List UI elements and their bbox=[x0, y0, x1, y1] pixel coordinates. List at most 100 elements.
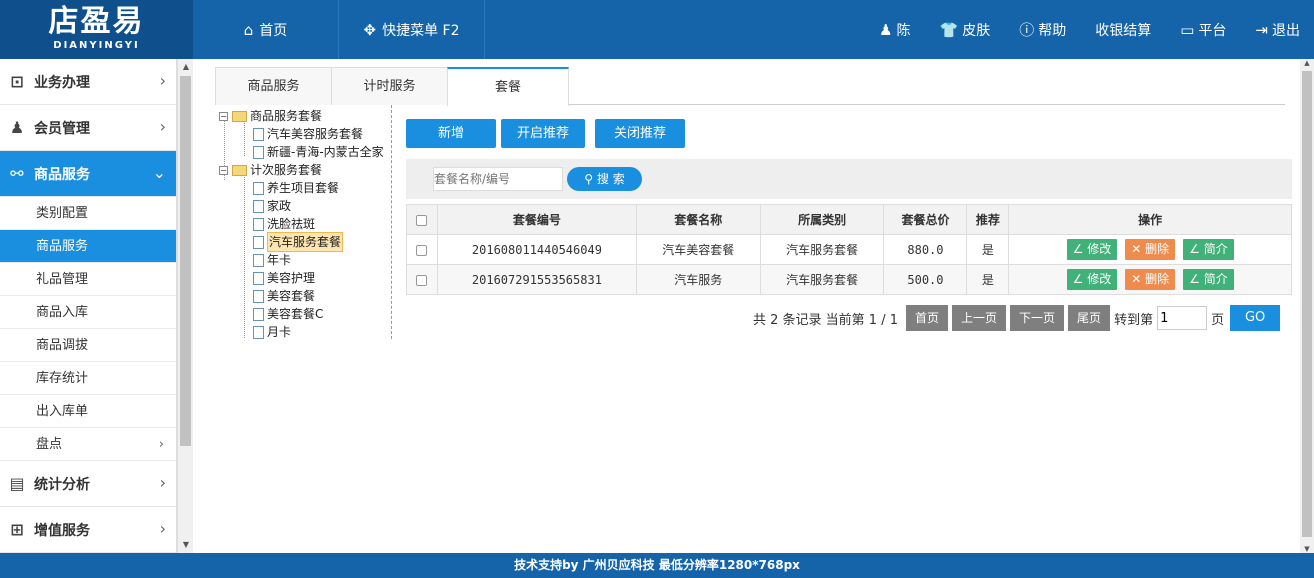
collapse-icon[interactable]: − bbox=[219, 165, 228, 175]
scroll-up-icon[interactable]: ▲ bbox=[1300, 59, 1314, 67]
sidebar-sub-gifts[interactable]: 礼品管理 bbox=[0, 263, 176, 296]
nav-cashier[interactable]: 收银结算 bbox=[1095, 20, 1151, 40]
tree-item-selected[interactable]: 汽车服务套餐 bbox=[253, 232, 344, 252]
nav-platform[interactable]: ▭ 平台 bbox=[1180, 20, 1226, 40]
tree-item[interactable]: 美容套餐C bbox=[253, 305, 323, 323]
tree-item[interactable]: 新疆-青海-内蒙古全家 bbox=[253, 143, 391, 161]
chevron-right-icon: › bbox=[159, 71, 166, 90]
delete-button[interactable]: ✕ 删除 bbox=[1125, 269, 1176, 290]
tree-item[interactable]: 月卡 bbox=[253, 323, 291, 341]
intro-button[interactable]: ∠ 简介 bbox=[1183, 239, 1234, 260]
sidebar-sub-category[interactable]: 类别配置 bbox=[0, 197, 176, 230]
tab-goods-service[interactable]: 商品服务 bbox=[215, 67, 332, 105]
document-icon bbox=[253, 217, 264, 231]
row-checkbox[interactable] bbox=[416, 244, 428, 256]
col-name: 套餐名称 bbox=[635, 204, 761, 235]
sidebar-item-label: 会员管理 bbox=[34, 120, 90, 137]
nav-user[interactable]: ♟ 陈 bbox=[879, 20, 910, 40]
sidebar-sub-inventory[interactable]: 库存统计 bbox=[0, 362, 176, 395]
nav-logout[interactable]: ⇥ 退出 bbox=[1255, 20, 1300, 40]
edit-button[interactable]: ∠ 修改 bbox=[1066, 239, 1118, 260]
move-icon: ✥ bbox=[363, 20, 377, 39]
last-page-button[interactable]: 尾页 bbox=[1068, 305, 1111, 331]
close-icon: ✕ bbox=[1131, 272, 1142, 286]
intro-button[interactable]: ∠ 简介 bbox=[1183, 269, 1234, 290]
nav-help[interactable]: ⓘ 帮助 bbox=[1019, 19, 1066, 40]
sidebar-sub-stock-in[interactable]: 商品入库 bbox=[0, 296, 176, 329]
search-button[interactable]: ⚲ 搜 索 bbox=[567, 167, 642, 191]
sidebar-sub-stocktake[interactable]: 盘点 › bbox=[0, 428, 176, 461]
scroll-thumb[interactable] bbox=[180, 76, 191, 446]
home-icon: ⌂ bbox=[243, 20, 254, 39]
nav-cashier-label: 收银结算 bbox=[1095, 22, 1152, 39]
cell-recommend: 是 bbox=[966, 264, 1010, 295]
sidebar-item-label: 业务办理 bbox=[34, 74, 90, 91]
folder-icon bbox=[232, 164, 247, 176]
cell-price: 500.0 bbox=[883, 264, 968, 295]
chevron-right-icon: › bbox=[158, 437, 164, 452]
tree-item[interactable]: 年卡 bbox=[253, 251, 291, 269]
document-icon bbox=[253, 181, 264, 195]
edit-button[interactable]: ∠ 修改 bbox=[1066, 269, 1118, 290]
tree-group-count[interactable]: − 计次服务套餐 bbox=[219, 161, 322, 179]
tree-item[interactable]: 养生项目套餐 bbox=[253, 179, 339, 197]
table-header-row: 套餐编号 套餐名称 所属类别 套餐总价 推荐 操作 bbox=[406, 204, 1292, 235]
top-bar: 店盈易 DIANYINGYI ⌂ 首页 ✥ 快捷菜单 F2 ♟ 陈 👕 皮肤 ⓘ… bbox=[0, 0, 1314, 59]
row-checkbox[interactable] bbox=[416, 274, 428, 286]
page-unit-label: 页 bbox=[1211, 312, 1225, 328]
col-category: 所属类别 bbox=[759, 204, 885, 235]
next-page-button[interactable]: 下一页 bbox=[1010, 305, 1065, 331]
col-actions: 操作 bbox=[1008, 204, 1292, 235]
pagination: 共 2 条记录 当前第 1 / 1 首页 上一页 下一页 尾页 转到第 页 GO bbox=[753, 305, 1281, 331]
scroll-down-icon[interactable]: ▼ bbox=[1300, 545, 1314, 553]
main-scrollbar[interactable]: ▲ ▼ bbox=[1300, 59, 1314, 553]
document-icon bbox=[253, 127, 264, 141]
monitor-icon: ▭ bbox=[1180, 20, 1195, 39]
search-input[interactable] bbox=[433, 167, 563, 191]
delete-button[interactable]: ✕ 删除 bbox=[1125, 239, 1176, 260]
sidebar-item-goods[interactable]: ⚯ 商品服务 ⌄ bbox=[0, 151, 176, 197]
sidebar-item-value-added[interactable]: ⊞ 增值服务 › bbox=[0, 507, 176, 553]
sidebar-item-stats[interactable]: ▤ 统计分析 › bbox=[0, 461, 176, 507]
tree-item[interactable]: 美容套餐 bbox=[253, 287, 315, 305]
enable-recommend-button[interactable]: 开启推荐 bbox=[501, 119, 585, 148]
scroll-up-icon[interactable]: ▲ bbox=[178, 59, 194, 75]
sidebar-sub-transfer[interactable]: 商品调拔 bbox=[0, 329, 176, 362]
sidebar-scrollbar[interactable]: ▲ ▼ bbox=[177, 59, 193, 553]
tree-group-goods[interactable]: − 商品服务套餐 bbox=[219, 107, 322, 125]
nav-home[interactable]: ⌂ 首页 bbox=[193, 0, 339, 59]
goto-page-input[interactable] bbox=[1157, 306, 1208, 330]
tree-item[interactable]: 美容护理 bbox=[253, 269, 315, 287]
prev-page-button[interactable]: 上一页 bbox=[952, 305, 1007, 331]
disable-recommend-button[interactable]: 关闭推荐 bbox=[595, 119, 685, 148]
tree-item[interactable]: 洗脸祛斑 bbox=[253, 215, 315, 233]
tree-item[interactable]: 汽车美容服务套餐 bbox=[253, 125, 363, 143]
goto-label: 转到第 bbox=[1114, 312, 1154, 328]
sidebar-sub-io-orders[interactable]: 出入库单 bbox=[0, 395, 176, 428]
collapse-icon[interactable]: − bbox=[219, 111, 228, 121]
sidebar-item-business[interactable]: ⊡ 业务办理 › bbox=[0, 59, 176, 105]
tab-timed-service[interactable]: 计时服务 bbox=[331, 67, 448, 105]
first-page-button[interactable]: 首页 bbox=[906, 305, 949, 331]
logo: 店盈易 DIANYINGYI bbox=[0, 0, 193, 59]
sidebar-item-label: 商品服务 bbox=[34, 166, 90, 183]
book-icon: ⊞ bbox=[10, 520, 24, 539]
select-all-checkbox[interactable] bbox=[416, 214, 428, 226]
add-button[interactable]: 新增 bbox=[406, 119, 496, 148]
document-icon bbox=[253, 145, 264, 159]
cell-name: 汽车服务 bbox=[635, 264, 761, 295]
document-icon bbox=[253, 325, 264, 339]
close-icon: ✕ bbox=[1131, 242, 1142, 256]
nav-skin[interactable]: 👕 皮肤 bbox=[940, 20, 991, 40]
scroll-down-icon[interactable]: ▼ bbox=[178, 537, 194, 553]
scroll-thumb[interactable] bbox=[1302, 71, 1312, 537]
nav-quick-menu[interactable]: ✥ 快捷菜单 F2 bbox=[339, 0, 485, 59]
sidebar-item-members[interactable]: ♟ 会员管理 › bbox=[0, 105, 176, 151]
tab-package[interactable]: 套餐 bbox=[447, 67, 569, 106]
tree-item[interactable]: 家政 bbox=[253, 197, 291, 215]
go-button[interactable]: GO bbox=[1230, 305, 1281, 331]
document-icon bbox=[253, 289, 264, 303]
nav-skin-label: 皮肤 bbox=[962, 22, 991, 39]
document-icon bbox=[253, 253, 264, 267]
sidebar-sub-goods[interactable]: 商品服务 bbox=[0, 230, 176, 263]
